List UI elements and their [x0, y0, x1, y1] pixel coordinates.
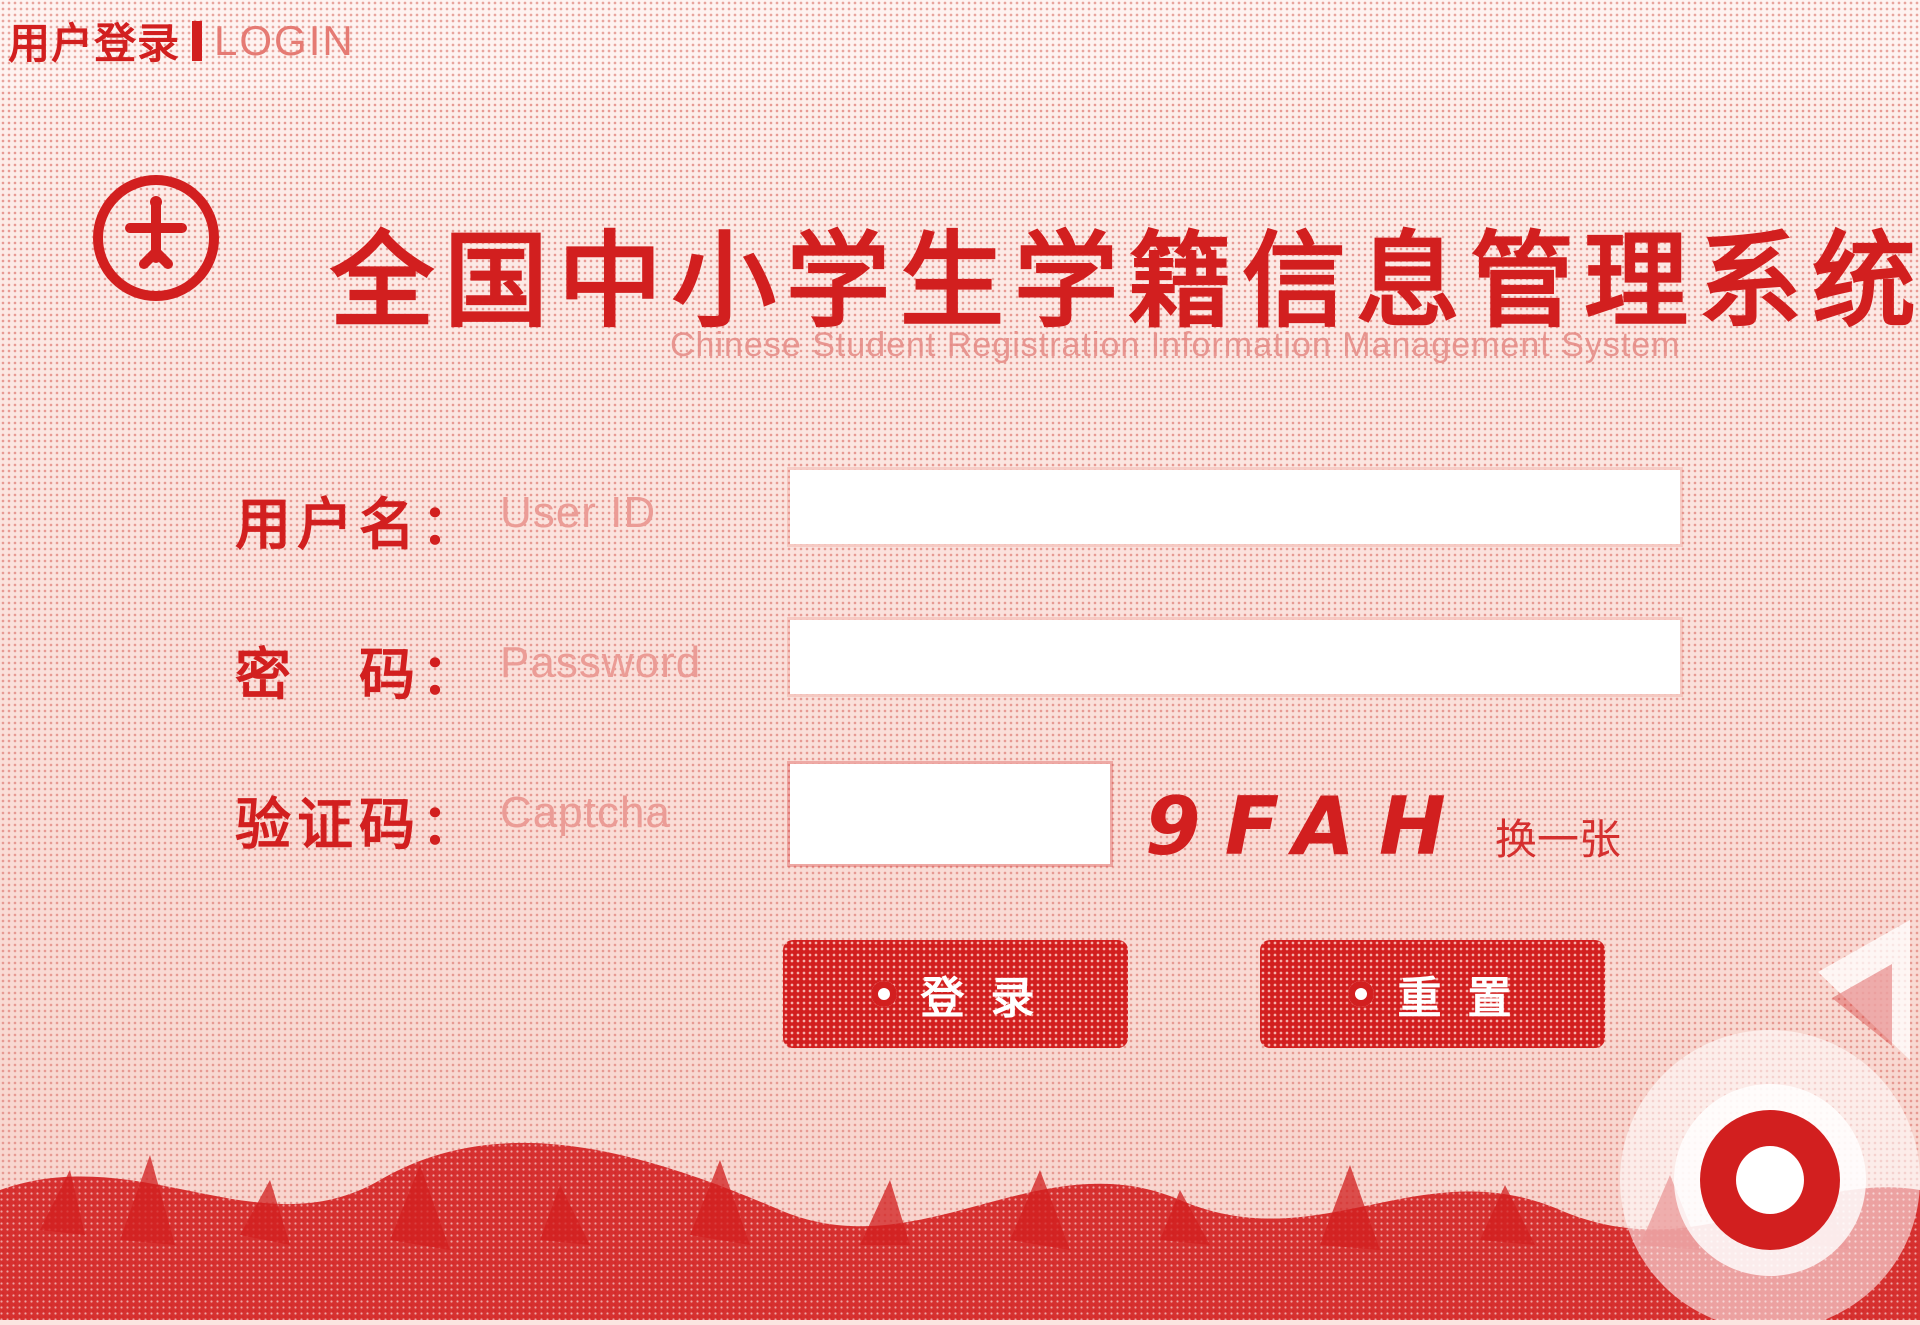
- header: 全国中小学生学籍信息管理系统 Chinese Student Registrat…: [70, 150, 1916, 370]
- username-row: 用户名： User ID: [235, 470, 1685, 580]
- top-login-separator: [192, 20, 203, 61]
- username-input[interactable]: [790, 470, 1680, 544]
- top-login-label: 用户登录 LOGIN: [8, 10, 355, 71]
- password-input[interactable]: [790, 620, 1680, 694]
- login-button-icon: [870, 981, 897, 1007]
- captcha-label-en: Captcha: [500, 788, 671, 837]
- captcha-code: 9FAH: [1145, 780, 1470, 873]
- top-login-title-en: LOGIN: [214, 16, 355, 64]
- corner-decoration: [1500, 900, 1920, 1325]
- education-emblem-icon: [86, 168, 226, 308]
- captcha-label-zh: 验证码：: [235, 793, 483, 856]
- captcha-refresh-link[interactable]: 换一张: [1495, 806, 1621, 867]
- username-label-en: User ID: [500, 488, 657, 537]
- login-button-label: 登录: [920, 974, 1061, 1023]
- system-subtitle: Chinese Student Registration Information…: [670, 326, 1681, 364]
- top-login-title-zh: 用户登录: [8, 20, 181, 67]
- reset-button-icon: [1347, 981, 1374, 1007]
- login-form: 用户名： User ID 密 码： Password 验证码： Captcha …: [235, 470, 1685, 1070]
- password-label-zh: 密 码：: [235, 643, 483, 706]
- password-row: 密 码： Password: [235, 620, 1685, 730]
- captcha-input[interactable]: [790, 764, 1110, 864]
- captcha-row: 验证码： Captcha 9FAH 换一张: [235, 764, 1685, 880]
- username-label-zh: 用户名：: [235, 493, 483, 556]
- password-label-en: Password: [500, 638, 702, 687]
- login-button[interactable]: 登录: [783, 940, 1128, 1048]
- system-title: 全国中小学生学籍信息管理系统: [330, 224, 1920, 340]
